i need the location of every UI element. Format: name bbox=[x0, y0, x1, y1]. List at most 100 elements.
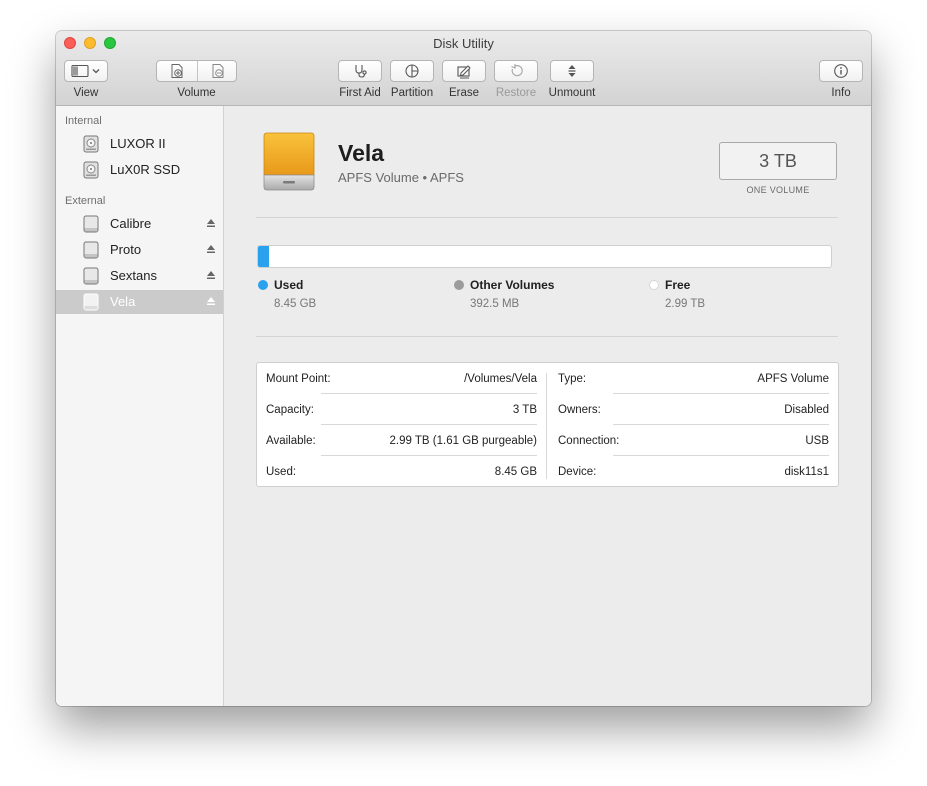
external-disk-icon bbox=[83, 293, 99, 311]
restore-button[interactable] bbox=[494, 60, 538, 82]
info-key: Owners: bbox=[558, 404, 601, 416]
info-label: Info bbox=[831, 87, 851, 99]
used-dot bbox=[258, 280, 268, 290]
disk-utility-window: Disk Utility View Volume First Aid Parti… bbox=[56, 31, 871, 706]
divider bbox=[256, 217, 838, 218]
info-value: USB bbox=[805, 435, 829, 447]
titlebar-toolbar: Disk Utility View Volume First Aid Parti… bbox=[56, 31, 871, 106]
info-row-device: Device: disk11s1 bbox=[558, 456, 829, 487]
info-row-available: Available: 2.99 TB (1.61 GB purgeable) bbox=[266, 425, 537, 456]
info-value: APFS Volume bbox=[757, 373, 829, 385]
sidebar-item-label: Proto bbox=[110, 242, 142, 257]
sidebar-section-external: External bbox=[65, 195, 106, 207]
other-volumes-dot bbox=[454, 280, 464, 290]
sidebar-item-label: Sextans bbox=[110, 268, 157, 283]
restore-label: Restore bbox=[495, 87, 537, 99]
eject-icon[interactable] bbox=[206, 270, 216, 280]
internal-disk-icon bbox=[83, 135, 99, 153]
sidebar-item-calibre[interactable]: Calibre bbox=[56, 212, 223, 236]
add-volume-icon bbox=[171, 64, 183, 78]
info-key: Device: bbox=[558, 466, 597, 478]
external-disk-icon bbox=[83, 267, 99, 285]
info-value: disk11s1 bbox=[784, 466, 829, 478]
volume-name: Vela bbox=[338, 140, 385, 166]
volume-count-caption: ONE VOLUME bbox=[746, 185, 810, 195]
info-key: Mount Point: bbox=[266, 373, 331, 385]
unmount-label: Unmount bbox=[548, 87, 596, 99]
info-key: Type: bbox=[558, 373, 587, 385]
info-value: 8.45 GB bbox=[494, 466, 537, 478]
info-row-connection: Connection: USB bbox=[558, 425, 829, 456]
sidebar-item-label: LuX0R SSD bbox=[110, 162, 181, 177]
sidebar-section-internal: Internal bbox=[65, 115, 102, 127]
info-row-type: Type: APFS Volume bbox=[558, 363, 829, 394]
legend-value: 2.99 TB bbox=[665, 298, 706, 310]
info-value: 3 TB bbox=[512, 404, 537, 416]
info-key: Capacity: bbox=[266, 404, 314, 416]
sidebar-item-label: Vela bbox=[110, 294, 136, 309]
info-value: Disabled bbox=[784, 404, 829, 416]
sidebar-item-sextans[interactable]: Sextans bbox=[56, 264, 223, 288]
info-key: Used: bbox=[266, 466, 297, 478]
sidebar-item-proto[interactable]: Proto bbox=[56, 238, 223, 262]
info-row-used: Used: 8.45 GB bbox=[266, 456, 537, 487]
partition-label: Partition bbox=[390, 87, 434, 99]
internal-disk-icon bbox=[83, 161, 99, 179]
legend-name: Other Volumes bbox=[470, 278, 555, 292]
eject-icon[interactable] bbox=[206, 296, 216, 306]
info-button[interactable] bbox=[819, 60, 863, 82]
divider bbox=[256, 336, 838, 337]
info-row-owners: Owners: Disabled bbox=[558, 394, 829, 425]
sidebar: Internal LUXOR II LuX0R SSD External Cal… bbox=[56, 106, 224, 706]
volume-subtitle: APFS Volume • APFS bbox=[338, 170, 464, 185]
eject-icon[interactable] bbox=[206, 218, 216, 228]
volume-label: Volume bbox=[177, 87, 216, 99]
restore-arrow-icon bbox=[511, 64, 523, 77]
volume-size-box: 3 TB bbox=[719, 142, 837, 180]
info-key: Connection: bbox=[558, 435, 620, 447]
unmount-button[interactable] bbox=[550, 60, 594, 82]
sidebar-item-luxor-ii[interactable]: LUXOR II bbox=[56, 132, 223, 156]
first-aid-label: First Aid bbox=[339, 87, 381, 99]
volume-segmented-control bbox=[156, 60, 237, 82]
legend-name: Used bbox=[274, 278, 304, 292]
free-dot bbox=[649, 280, 659, 290]
erase-pencil-icon bbox=[457, 65, 471, 79]
info-row-capacity: Capacity: 3 TB bbox=[266, 394, 537, 425]
info-row-mount-point: Mount Point: /Volumes/Vela bbox=[266, 363, 537, 394]
window-title: Disk Utility bbox=[433, 36, 494, 51]
info-value: /Volumes/Vela bbox=[464, 373, 537, 385]
external-disk-icon bbox=[83, 215, 99, 233]
remove-volume-icon bbox=[212, 64, 223, 78]
partition-button[interactable] bbox=[390, 60, 434, 82]
usage-bar bbox=[257, 245, 832, 268]
erase-label: Erase bbox=[448, 87, 480, 99]
main-panel: Vela APFS Volume • APFS 3 TB ONE VOLUME … bbox=[224, 106, 871, 706]
legend-name: Free bbox=[665, 278, 691, 292]
sidebar-item-luxor-ssd[interactable]: LuX0R SSD bbox=[56, 158, 223, 182]
view-button[interactable] bbox=[64, 60, 108, 82]
stethoscope-icon bbox=[355, 65, 367, 78]
unmount-icon bbox=[568, 65, 576, 77]
eject-icon[interactable] bbox=[206, 244, 216, 254]
info-icon bbox=[834, 64, 848, 78]
add-volume-button[interactable] bbox=[157, 61, 197, 81]
sidebar-item-vela[interactable]: Vela bbox=[56, 290, 223, 314]
column-divider bbox=[546, 373, 547, 479]
remove-volume-button[interactable] bbox=[198, 61, 237, 81]
first-aid-button[interactable] bbox=[338, 60, 382, 82]
external-drive-icon bbox=[263, 132, 315, 191]
sidebar-item-label: LUXOR II bbox=[110, 136, 166, 151]
sidebar-item-label: Calibre bbox=[110, 216, 152, 231]
legend-value: 392.5 MB bbox=[470, 298, 520, 310]
pie-chart-icon bbox=[405, 64, 419, 78]
view-label: View bbox=[73, 87, 99, 99]
info-table: Mount Point: /Volumes/Vela Capacity: 3 T… bbox=[256, 362, 839, 487]
usage-used-segment bbox=[258, 246, 270, 267]
external-disk-icon bbox=[83, 241, 99, 259]
erase-button[interactable] bbox=[442, 60, 486, 82]
info-value: 2.99 TB (1.61 GB purgeable) bbox=[389, 435, 537, 447]
legend-value: 8.45 GB bbox=[274, 298, 317, 310]
sidebar-toggle-icon bbox=[71, 64, 100, 78]
info-key: Available: bbox=[266, 435, 316, 447]
